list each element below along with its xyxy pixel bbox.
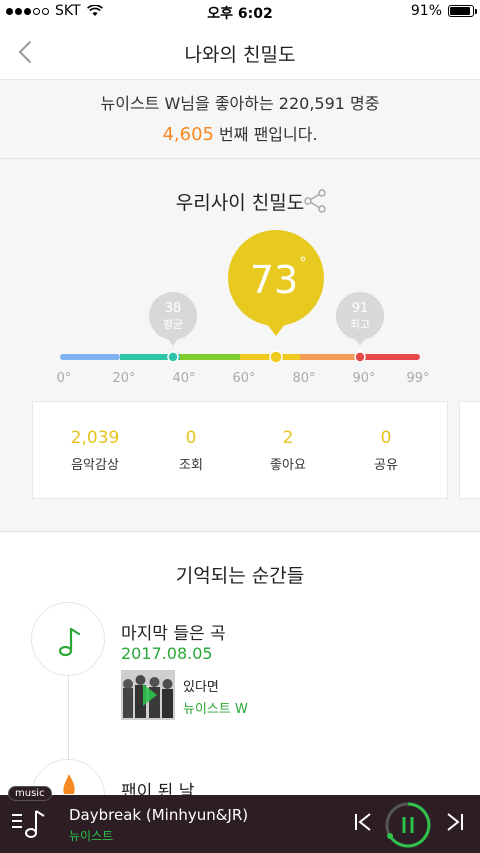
now-playing-title[interactable]: Daybreak (Minhyun&JR)	[69, 806, 248, 824]
stat-value: 0	[185, 428, 197, 448]
stat-listen: 2,039 음악감상	[45, 428, 145, 473]
intimacy-section: 우리사이 친밀도 38 평균 91 최고 73 ° 0° 20° 40° 60°…	[0, 160, 480, 532]
tick-label: 40°	[172, 371, 195, 386]
fan-rank-banner: 뉴이스트 W님을 좋아하는 220,591 명중 4,605 번째 팬입니다.	[0, 81, 480, 159]
mini-player: music Daybreak (Minhyun&JR) 뉴이스트	[0, 786, 480, 853]
status-right: 91%	[410, 3, 477, 19]
stat-value: 0	[380, 428, 392, 448]
last-song-artist[interactable]: 뉴이스트 W	[183, 698, 248, 717]
score-value: 73	[250, 258, 298, 302]
tick-label: 0°	[57, 371, 72, 386]
previous-track-icon[interactable]	[352, 811, 374, 833]
battery-icon	[448, 5, 477, 17]
score-marker: 73 °	[228, 230, 324, 364]
fan-rank-suffix: 번째 팬입니다.	[213, 125, 318, 144]
stat-likes: 2 좋아요	[238, 428, 338, 473]
avg-label: 평균	[163, 318, 183, 331]
fan-rank-line: 4,605 번째 팬입니다.	[0, 121, 480, 145]
stat-label: 음악감상	[71, 458, 119, 473]
fan-rank-number: 4,605	[162, 124, 214, 145]
nav-bar: 나와의 친밀도	[0, 24, 480, 80]
next-card-peek[interactable]	[459, 401, 480, 499]
pause-button[interactable]	[384, 801, 432, 849]
fan-count-line: 뉴이스트 W님을 좋아하는 220,591 명중	[100, 94, 380, 113]
max-label: 최고	[350, 318, 370, 331]
score-degree: °	[300, 255, 307, 271]
intimacy-gauge: 38 평균 91 최고 73 ° 0° 20° 40° 60° 80° 90° …	[57, 230, 430, 386]
music-tag: music	[8, 786, 52, 801]
tick-label: 20°	[112, 371, 135, 386]
playlist-icon[interactable]	[10, 807, 50, 841]
album-thumbnail[interactable]	[121, 670, 175, 720]
page-title: 나와의 친밀도	[184, 44, 296, 66]
stat-label: 좋아요	[270, 458, 306, 473]
stats-card: 2,039 음악감상 0 조회 2 좋아요 0 공유	[32, 401, 448, 499]
last-song-name[interactable]: 있다면	[183, 676, 219, 695]
stat-label: 공유	[374, 458, 398, 473]
stat-views: 0 조회	[141, 428, 241, 473]
memories-title: 기억되는 순간들	[175, 565, 305, 587]
stat-label: 조회	[179, 458, 203, 473]
avg-marker: 38 평균	[149, 292, 197, 363]
last-song-date: 2017.08.05	[121, 644, 213, 663]
last-song-badge	[31, 602, 105, 676]
stat-value: 2,039	[70, 428, 120, 448]
battery-percent: 91%	[410, 3, 442, 19]
gauge-seg-3	[180, 354, 240, 360]
max-marker: 91 최고	[336, 292, 384, 363]
gauge-seg-1	[60, 354, 120, 360]
last-song-title: 마지막 들은 곡	[121, 624, 226, 644]
gauge-seg-5	[300, 354, 360, 360]
tick-label: 90°	[352, 371, 375, 386]
memories-section: 기억되는 순간들 마지막 들은 곡 2017.08.05 있다면 뉴이스트 W …	[0, 533, 480, 833]
next-track-icon[interactable]	[444, 811, 466, 833]
max-value: 91	[352, 301, 369, 316]
gauge-seg-6	[360, 354, 420, 360]
stat-shares: 0 공유	[336, 428, 436, 473]
tick-label: 99°	[406, 371, 429, 386]
avg-value: 38	[165, 301, 182, 316]
now-playing-artist[interactable]: 뉴이스트	[69, 827, 113, 844]
tick-label: 60°	[232, 371, 255, 386]
tick-label: 80°	[292, 371, 315, 386]
music-note-icon	[58, 627, 81, 657]
clock: 오후 6:02	[207, 6, 273, 22]
stat-value: 2	[282, 428, 294, 448]
status-bar: SKT 오후 6:02 91%	[0, 0, 480, 24]
